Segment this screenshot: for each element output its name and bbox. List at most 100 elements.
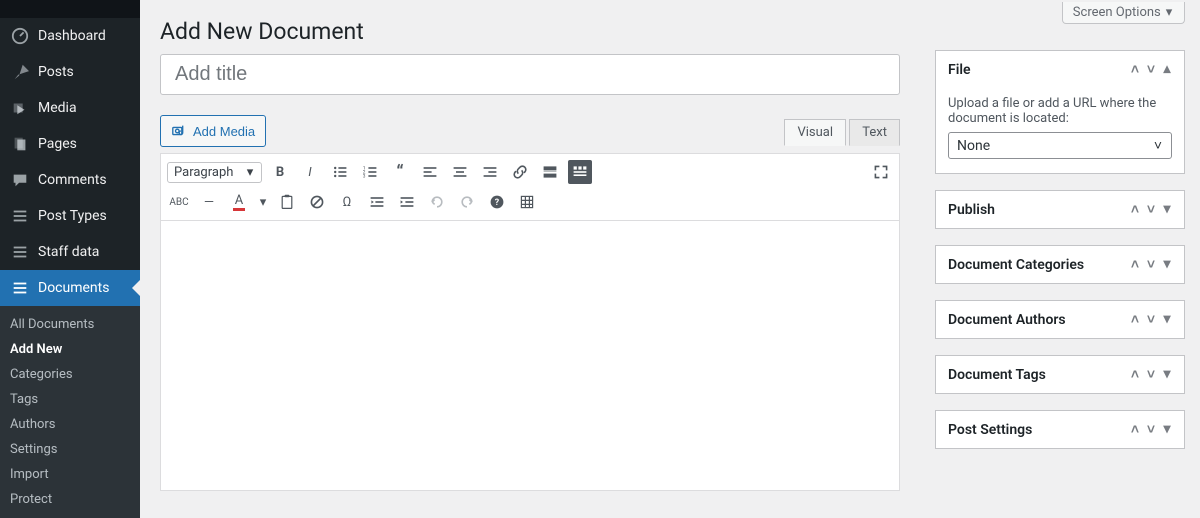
panel-up-icon[interactable]: ˄ xyxy=(1130,201,1140,218)
sidebar-item-comments[interactable]: Comments xyxy=(0,162,140,198)
panel-publish: Publish ˄ ˅ ▾ xyxy=(935,190,1185,229)
panel-down-icon[interactable]: ˅ xyxy=(1146,311,1156,328)
file-source-select[interactable]: None ˅ xyxy=(948,132,1172,159)
panel-down-icon[interactable]: ˅ xyxy=(1146,421,1156,438)
sidebar-item-post-types[interactable]: Post Types xyxy=(0,198,140,234)
submenu-settings[interactable]: Settings xyxy=(0,437,140,462)
panel-categories: Document Categories ˄ ˅ ▾ xyxy=(935,245,1185,284)
link-button[interactable] xyxy=(508,160,532,184)
camera-music-icon xyxy=(171,122,189,140)
panel-down-icon[interactable]: ˅ xyxy=(1146,61,1156,78)
editor-toolbar: Paragraph ▾ B I 123 “ ABC — A ▾ xyxy=(160,153,900,221)
textcolor-dropdown[interactable]: ▾ xyxy=(257,190,269,214)
pin-icon xyxy=(10,62,30,82)
tab-text[interactable]: Text xyxy=(849,119,900,146)
redo-button[interactable] xyxy=(455,190,479,214)
specialchar-button[interactable]: Ω xyxy=(335,190,359,214)
list-icon xyxy=(10,206,30,226)
file-select-value: None xyxy=(957,138,990,154)
panel-up-icon[interactable]: ˄ xyxy=(1130,311,1140,328)
panel-toggle-icon[interactable]: ▾ xyxy=(1162,366,1172,383)
number-list-button[interactable]: 123 xyxy=(358,160,382,184)
panel-toggle-icon[interactable]: ▾ xyxy=(1162,421,1172,438)
panel-title: File xyxy=(948,62,971,78)
admin-sidebar: Dashboard Posts Media Pages Comments Pos… xyxy=(0,0,140,500)
sidebar-item-staff-data[interactable]: Staff data xyxy=(0,234,140,270)
panel-file: File ˄ ˅ ▴ Upload a file or add a URL wh… xyxy=(935,50,1185,174)
hr-button[interactable]: — xyxy=(197,190,221,214)
screen-options-toggle[interactable]: Screen Options ▾ xyxy=(1062,2,1185,24)
textcolor-button[interactable]: A xyxy=(227,190,251,214)
fullscreen-button[interactable] xyxy=(869,160,893,184)
sidebar-item-label: Dashboard xyxy=(38,28,106,44)
kitchensink-button[interactable] xyxy=(568,160,592,184)
sidebar-item-documents[interactable]: Documents xyxy=(0,270,140,306)
sidebar-item-dashboard[interactable]: Dashboard xyxy=(0,18,140,54)
panel-up-icon[interactable]: ˄ xyxy=(1130,421,1140,438)
indent-button[interactable] xyxy=(395,190,419,214)
document-title-input[interactable] xyxy=(160,54,900,95)
panel-title: Publish xyxy=(948,202,995,218)
panel-toggle-icon[interactable]: ▾ xyxy=(1162,256,1172,273)
blockquote-button[interactable]: “ xyxy=(388,160,412,184)
svg-text:3: 3 xyxy=(363,174,366,180)
clear-formatting-button[interactable] xyxy=(305,190,329,214)
panel-down-icon[interactable]: ˅ xyxy=(1146,366,1156,383)
sidebar-panels: File ˄ ˅ ▴ Upload a file or add a URL wh… xyxy=(935,50,1185,465)
dashboard-icon xyxy=(10,26,30,46)
sidebar-item-label: Posts xyxy=(38,64,74,80)
sidebar-item-label: Post Types xyxy=(38,208,107,224)
table-button[interactable] xyxy=(515,190,539,214)
chevron-down-icon: ˅ xyxy=(1153,137,1163,154)
submenu-categories[interactable]: Categories xyxy=(0,362,140,387)
help-button[interactable]: ? xyxy=(485,190,509,214)
panel-toggle-icon[interactable]: ▾ xyxy=(1162,201,1172,218)
chevron-down-icon: ▾ xyxy=(1164,5,1174,20)
tab-visual[interactable]: Visual xyxy=(784,119,846,146)
chevron-down-icon: ▾ xyxy=(245,165,255,180)
submenu-all-documents[interactable]: All Documents xyxy=(0,312,140,337)
undo-button[interactable] xyxy=(425,190,449,214)
align-left-button[interactable] xyxy=(418,160,442,184)
panel-up-icon[interactable]: ˄ xyxy=(1130,366,1140,383)
sidebar-item-posts[interactable]: Posts xyxy=(0,54,140,90)
panel-toggle-icon[interactable]: ▾ xyxy=(1162,311,1172,328)
sidebar-item-pages[interactable]: Pages xyxy=(0,126,140,162)
submenu-tags[interactable]: Tags xyxy=(0,387,140,412)
submenu-authors[interactable]: Authors xyxy=(0,412,140,437)
bullet-list-button[interactable] xyxy=(328,160,352,184)
list-icon xyxy=(10,242,30,262)
align-right-button[interactable] xyxy=(478,160,502,184)
outdent-button[interactable] xyxy=(365,190,389,214)
panel-post-settings: Post Settings ˄ ˅ ▾ xyxy=(935,410,1185,449)
svg-text:?: ? xyxy=(495,198,500,208)
readmore-button[interactable] xyxy=(538,160,562,184)
panel-down-icon[interactable]: ˅ xyxy=(1146,201,1156,218)
sidebar-item-media[interactable]: Media xyxy=(0,90,140,126)
bold-button[interactable]: B xyxy=(268,160,292,184)
format-select[interactable]: Paragraph ▾ xyxy=(167,162,262,183)
media-icon xyxy=(10,98,30,118)
panel-up-icon[interactable]: ˄ xyxy=(1130,256,1140,273)
add-media-label: Add Media xyxy=(193,124,255,139)
align-center-button[interactable] xyxy=(448,160,472,184)
editor-tabs: Visual Text xyxy=(784,119,900,146)
paste-text-button[interactable] xyxy=(275,190,299,214)
submenu-import[interactable]: Import xyxy=(0,462,140,487)
submenu-add-new[interactable]: Add New xyxy=(0,337,140,362)
sidebar-item-label: Pages xyxy=(38,136,77,152)
add-media-button[interactable]: Add Media xyxy=(160,115,266,147)
strikethrough-button[interactable]: ABC xyxy=(167,190,191,214)
format-select-value: Paragraph xyxy=(174,165,233,180)
panel-up-icon[interactable]: ˄ xyxy=(1130,61,1140,78)
sidebar-item-label: Documents xyxy=(38,280,109,296)
sidebar-item-label: Staff data xyxy=(38,244,99,260)
panel-toggle-icon[interactable]: ▴ xyxy=(1162,61,1172,78)
panel-title: Document Categories xyxy=(948,257,1084,273)
panel-title: Document Tags xyxy=(948,367,1046,383)
editor-content[interactable] xyxy=(160,221,900,491)
list-icon xyxy=(10,278,30,298)
italic-button[interactable]: I xyxy=(298,160,322,184)
panel-down-icon[interactable]: ˅ xyxy=(1146,256,1156,273)
panel-authors: Document Authors ˄ ˅ ▾ xyxy=(935,300,1185,339)
